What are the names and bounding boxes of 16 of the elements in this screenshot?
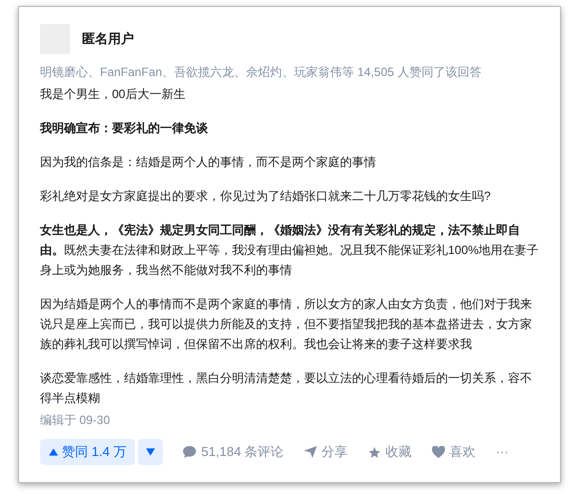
paragraph: 谈恋爱靠感性，结婚靠理性，黑白分明清清楚楚，要以立法的心理看待婚后的一切关系，容不得半点模糊 [40, 370, 533, 407]
paragraph: 我明确宣布：要彩礼的一律免谈 [40, 120, 209, 137]
comment-button[interactable]: 51,184 条评论 [183, 442, 284, 462]
share-button[interactable]: 分享 [304, 442, 348, 462]
more-button[interactable]: ··· [496, 442, 509, 462]
edit-date: 编辑于 09-30 [40, 412, 112, 429]
author-name[interactable]: 匿名用户 [82, 29, 134, 49]
paragraph: 因为我的信条是：结婚是两个人的事情，而不是两个家庭的事情 [40, 154, 377, 171]
paragraph: 我是个男生，00后大一新生 [40, 86, 186, 103]
paragraph: 女生也是人，《宪法》规定男女同工同酬，《婚姻法》没有有关彩礼的规定，法不禁止即自由。既然夫妻在法律和财政上平等，我没有理由偏袒她。况且我不能保证彩礼100%地用在妻子身上或为她服务，我当然不能做对我不利的事情 [40, 222, 539, 279]
like-button[interactable]: 喜欢 [432, 442, 476, 462]
upvote-button[interactable]: 赞同 1.4 万 [40, 439, 136, 465]
favorite-button[interactable]: 收藏 [368, 442, 412, 462]
paragraph: 因为结婚是两个人的事情而不是两个家庭的事情，所以女方的家人由女方负责，他们对于我来说只是座上宾而已，我可以提供力所能及的支持，但不要指望我把我的基本盘搭进去，女方家族的葬礼我可以撰写悼词，但保留不出席的权利。我也会让将来的妻子这样要求我 [40, 296, 533, 353]
paragraph: 彩礼绝对是女方家庭提出的要求，你见过为了结婚张口就来二十几万零花钱的女生吗? [40, 188, 492, 205]
voters-text: 明镜磨心、FanFanFan、吾欲揽六龙、佘炤灼、玩家翁伟等 14,505 人赞同了该回答 [40, 64, 482, 81]
